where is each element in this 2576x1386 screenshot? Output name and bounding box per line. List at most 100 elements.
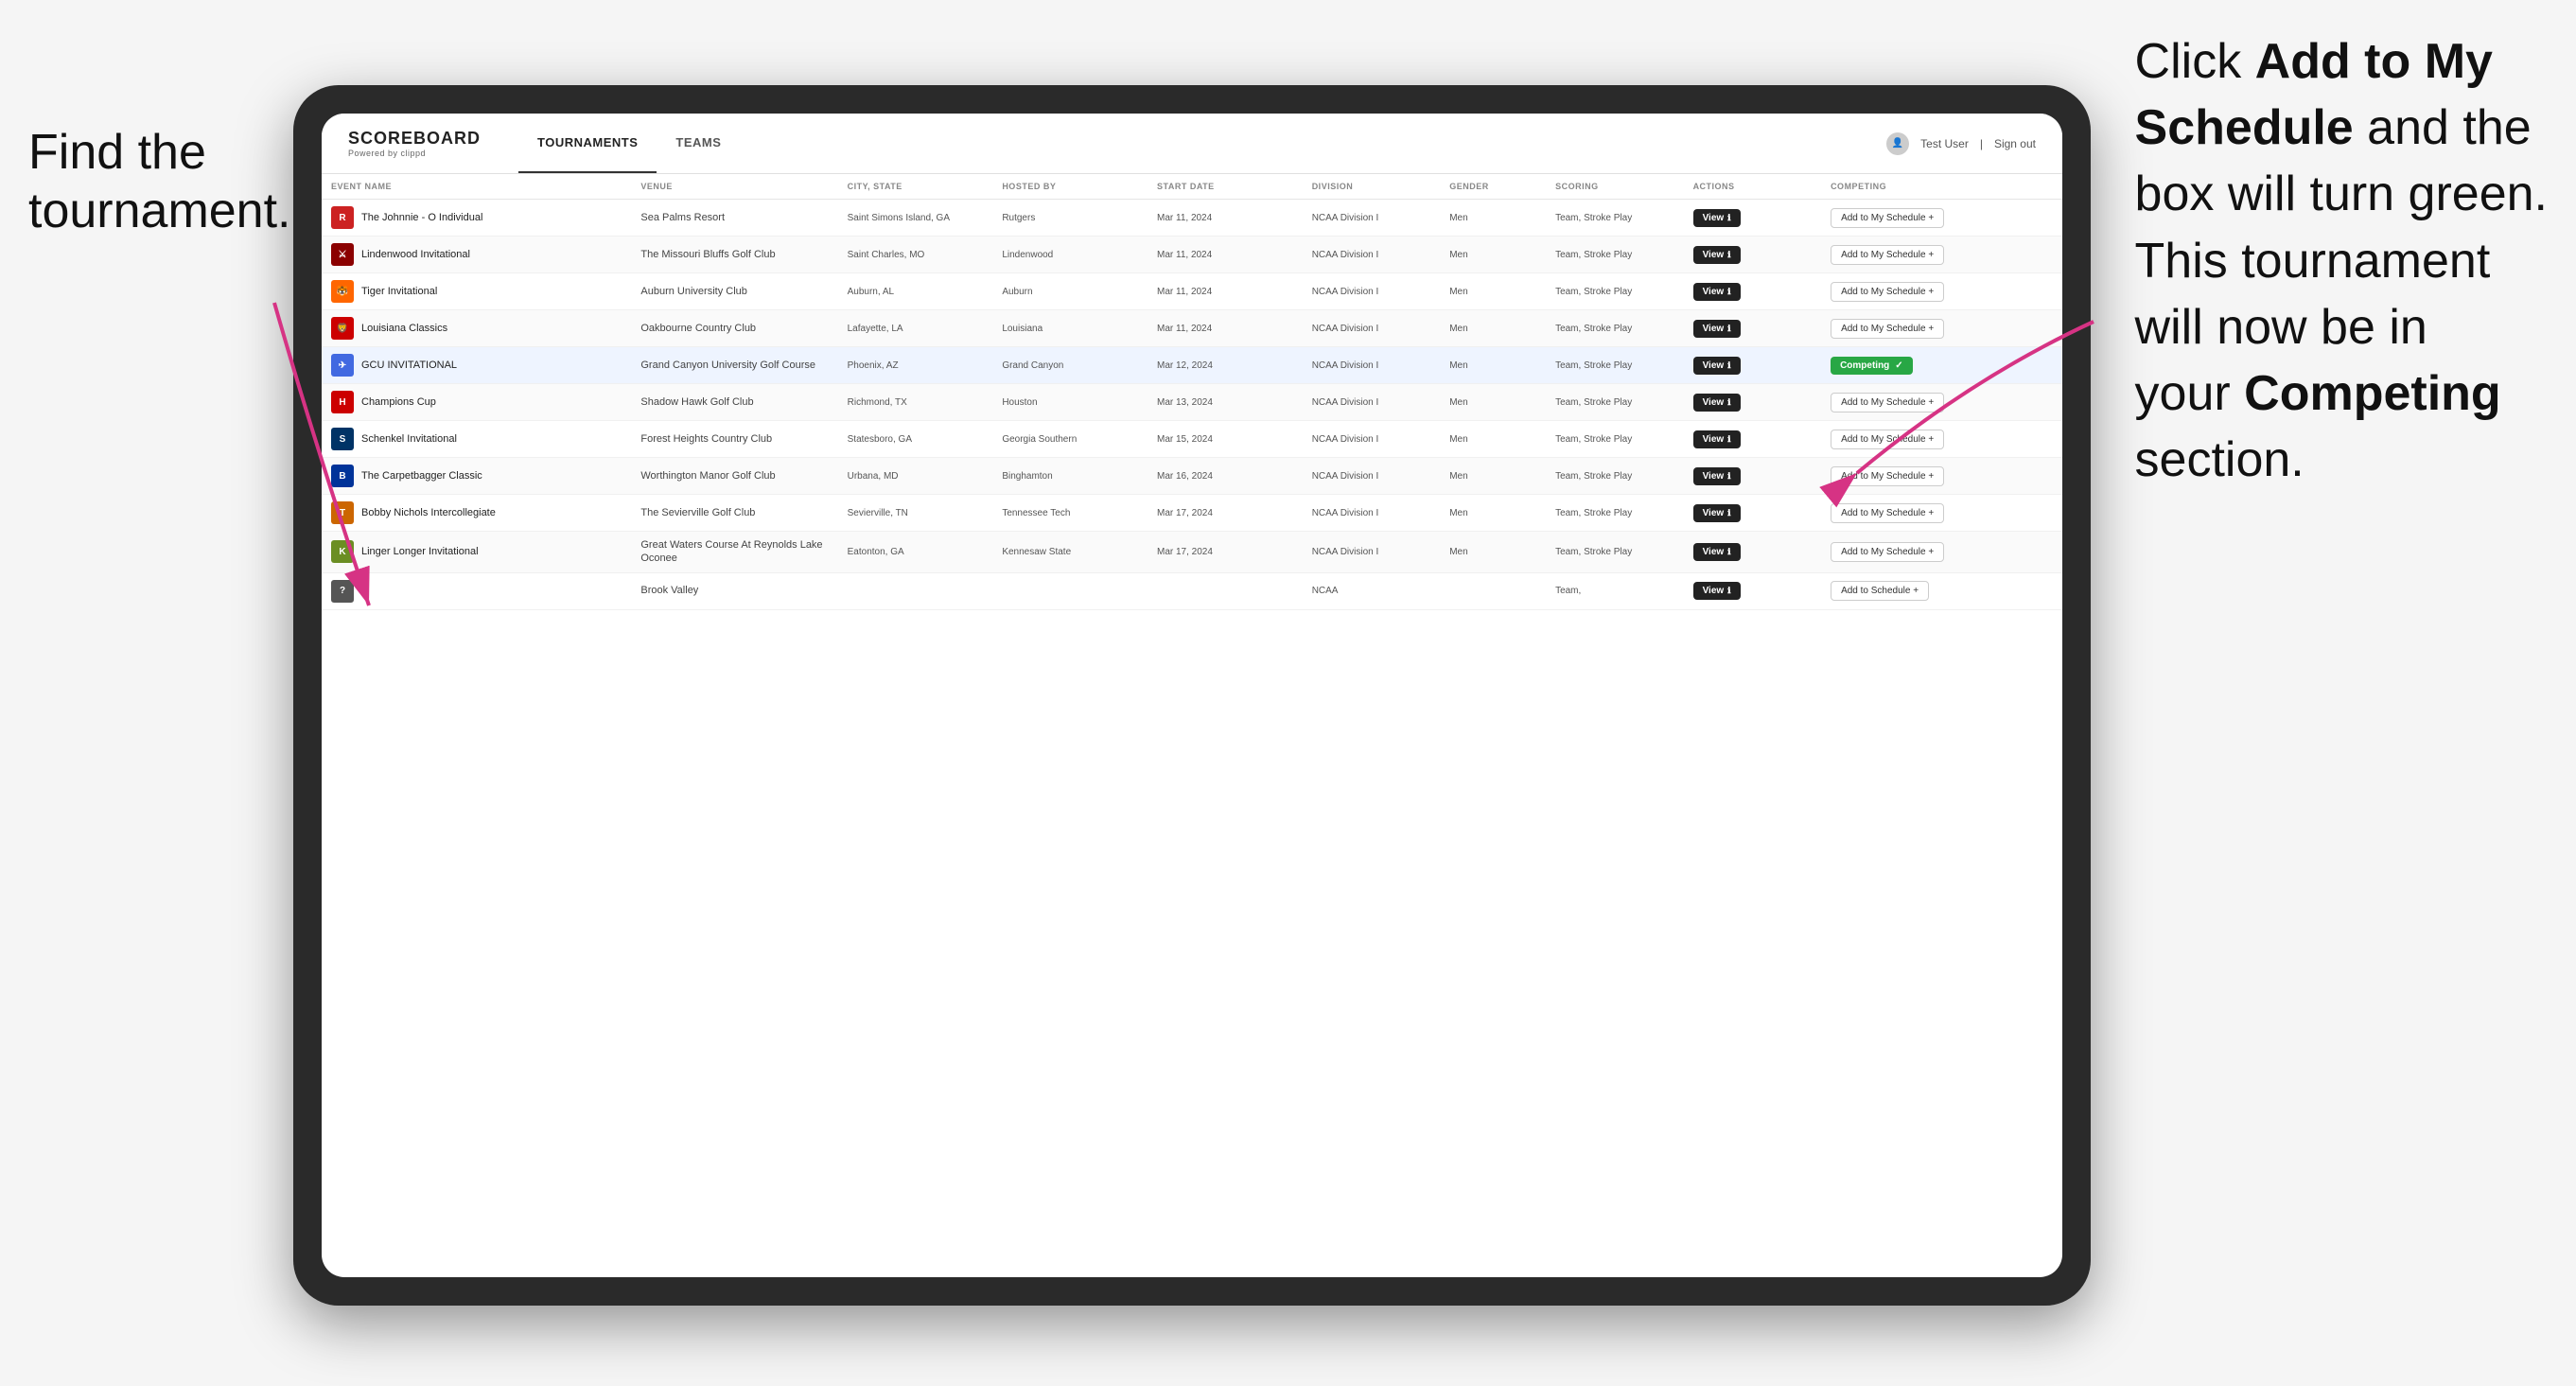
table-row: ✈ GCU INVITATIONAL Grand Canyon Universi…: [322, 347, 2062, 384]
view-button[interactable]: View ℹ: [1693, 543, 1741, 561]
start-date: Mar 11, 2024: [1157, 287, 1212, 297]
add-to-schedule-button[interactable]: Add to My Schedule +: [1831, 208, 1944, 228]
info-icon: ℹ: [1727, 250, 1730, 260]
add-to-schedule-button[interactable]: Add to My Schedule +: [1831, 503, 1944, 523]
gender: Men: [1449, 287, 1467, 297]
event-name: Linger Longer Invitational: [361, 546, 479, 557]
app-header: SCOREBOARD Powered by clippd TOURNAMENTS…: [322, 114, 2062, 174]
add-to-schedule-button[interactable]: Add to My Schedule +: [1831, 319, 1944, 339]
table-row: K Linger Longer Invitational Great Water…: [322, 532, 2062, 573]
nav-tab-tournaments[interactable]: TOURNAMENTS: [518, 114, 657, 173]
start-date: Mar 11, 2024: [1157, 324, 1212, 334]
add-to-schedule-button[interactable]: Add to My Schedule +: [1831, 430, 1944, 449]
team-logo: B: [331, 465, 354, 487]
view-label: View: [1703, 434, 1725, 445]
start-date: Mar 15, 2024: [1157, 434, 1213, 445]
view-button[interactable]: View ℹ: [1693, 582, 1741, 600]
user-icon: 👤: [1886, 132, 1909, 155]
event-name-cell: K Linger Longer Invitational: [331, 540, 622, 563]
col-header-hosted: HOSTED BY: [992, 174, 1148, 200]
hosted-by: Kennesaw State: [1002, 547, 1071, 557]
event-name-cell: ?: [331, 580, 622, 603]
competing-button[interactable]: Competing ✓: [1831, 357, 1913, 375]
scoring: Team, Stroke Play: [1555, 434, 1632, 445]
city-state: Statesboro, GA: [848, 434, 912, 445]
event-name-cell: S Schenkel Invitational: [331, 428, 622, 450]
competing-label: Competing: [1840, 360, 1889, 371]
scoring: Team, Stroke Play: [1555, 397, 1632, 408]
check-icon: ✓: [1895, 360, 1902, 371]
table-row: R The Johnnie - O Individual Sea Palms R…: [322, 200, 2062, 237]
event-name: The Johnnie - O Individual: [361, 212, 482, 223]
event-name: Lindenwood Invitational: [361, 249, 470, 260]
header-right: 👤 Test User | Sign out: [1886, 132, 2036, 155]
hosted-by: Binghamton: [1002, 471, 1052, 482]
col-header-venue: VENUE: [631, 174, 837, 200]
add-to-schedule-button[interactable]: Add to My Schedule +: [1831, 393, 1944, 412]
user-name: Test User: [1920, 137, 1969, 150]
event-name-cell: 🐯 Tiger Invitational: [331, 280, 622, 303]
view-button[interactable]: View ℹ: [1693, 283, 1741, 301]
view-label: View: [1703, 586, 1725, 596]
col-header-competing: COMPETING: [1821, 174, 2062, 200]
view-label: View: [1703, 213, 1725, 223]
view-button[interactable]: View ℹ: [1693, 394, 1741, 412]
col-header-event: EVENT NAME: [322, 174, 631, 200]
table-container: EVENT NAME VENUE CITY, STATE HOSTED BY S…: [322, 174, 2062, 1277]
view-button[interactable]: View ℹ: [1693, 504, 1741, 522]
nav-tab-teams[interactable]: TEAMS: [657, 114, 740, 173]
scoring: Team, Stroke Play: [1555, 360, 1632, 371]
city-state: Richmond, TX: [848, 397, 907, 408]
add-label: Add to My Schedule +: [1841, 250, 1934, 260]
start-date: Mar 13, 2024: [1157, 397, 1213, 408]
scoring: Team, Stroke Play: [1555, 250, 1632, 260]
start-date: Mar 12, 2024: [1157, 360, 1213, 371]
view-button[interactable]: View ℹ: [1693, 357, 1741, 375]
add-to-schedule-button[interactable]: Add to My Schedule +: [1831, 282, 1944, 302]
info-icon: ℹ: [1727, 287, 1730, 297]
add-to-schedule-button[interactable]: Add to My Schedule +: [1831, 466, 1944, 486]
city-state: Saint Charles, MO: [848, 250, 925, 260]
sign-out-link[interactable]: Sign out: [1994, 137, 2036, 150]
tablet-frame: SCOREBOARD Powered by clippd TOURNAMENTS…: [293, 85, 2091, 1306]
info-icon: ℹ: [1727, 586, 1730, 596]
division: NCAA: [1312, 586, 1339, 596]
view-button[interactable]: View ℹ: [1693, 209, 1741, 227]
add-to-schedule-button[interactable]: Add to My Schedule +: [1831, 542, 1944, 562]
gender: Men: [1449, 360, 1467, 371]
view-button[interactable]: View ℹ: [1693, 467, 1741, 485]
venue: Grand Canyon University Golf Course: [640, 360, 815, 371]
city-state: Phoenix, AZ: [848, 360, 899, 371]
event-name: Louisiana Classics: [361, 323, 447, 334]
col-header-actions: ACTIONS: [1684, 174, 1822, 200]
event-name: GCU INVITATIONAL: [361, 360, 457, 371]
venue: Shadow Hawk Golf Club: [640, 396, 753, 408]
view-button[interactable]: View ℹ: [1693, 246, 1741, 264]
team-logo: R: [331, 206, 354, 229]
logo-text: SCOREBOARD: [348, 129, 481, 149]
scoring: Team, Stroke Play: [1555, 287, 1632, 297]
division: NCAA Division I: [1312, 287, 1379, 297]
team-logo: 🐯: [331, 280, 354, 303]
scoring: Team, Stroke Play: [1555, 547, 1632, 557]
info-icon: ℹ: [1727, 397, 1730, 408]
add-to-schedule-button[interactable]: Add to My Schedule +: [1831, 245, 1944, 265]
venue: Brook Valley: [640, 585, 698, 596]
city-state: Eatonton, GA: [848, 547, 904, 557]
hosted-by: Rutgers: [1002, 213, 1035, 223]
view-button[interactable]: View ℹ: [1693, 430, 1741, 448]
event-name: Champions Cup: [361, 396, 436, 408]
event-name-cell: R The Johnnie - O Individual: [331, 206, 622, 229]
division: NCAA Division I: [1312, 360, 1379, 371]
gender: Men: [1449, 397, 1467, 408]
gender: Men: [1449, 324, 1467, 334]
logo-sub: Powered by clippd: [348, 149, 481, 158]
instruction-left: Find the tournament.: [28, 123, 291, 241]
view-button[interactable]: View ℹ: [1693, 320, 1741, 338]
col-header-scoring: SCORING: [1546, 174, 1684, 200]
division: NCAA Division I: [1312, 471, 1379, 482]
start-date: Mar 17, 2024: [1157, 508, 1213, 518]
venue: Auburn University Club: [640, 286, 747, 297]
add-label: Add to My Schedule +: [1841, 471, 1934, 482]
add-to-schedule-button[interactable]: Add to Schedule +: [1831, 581, 1929, 601]
